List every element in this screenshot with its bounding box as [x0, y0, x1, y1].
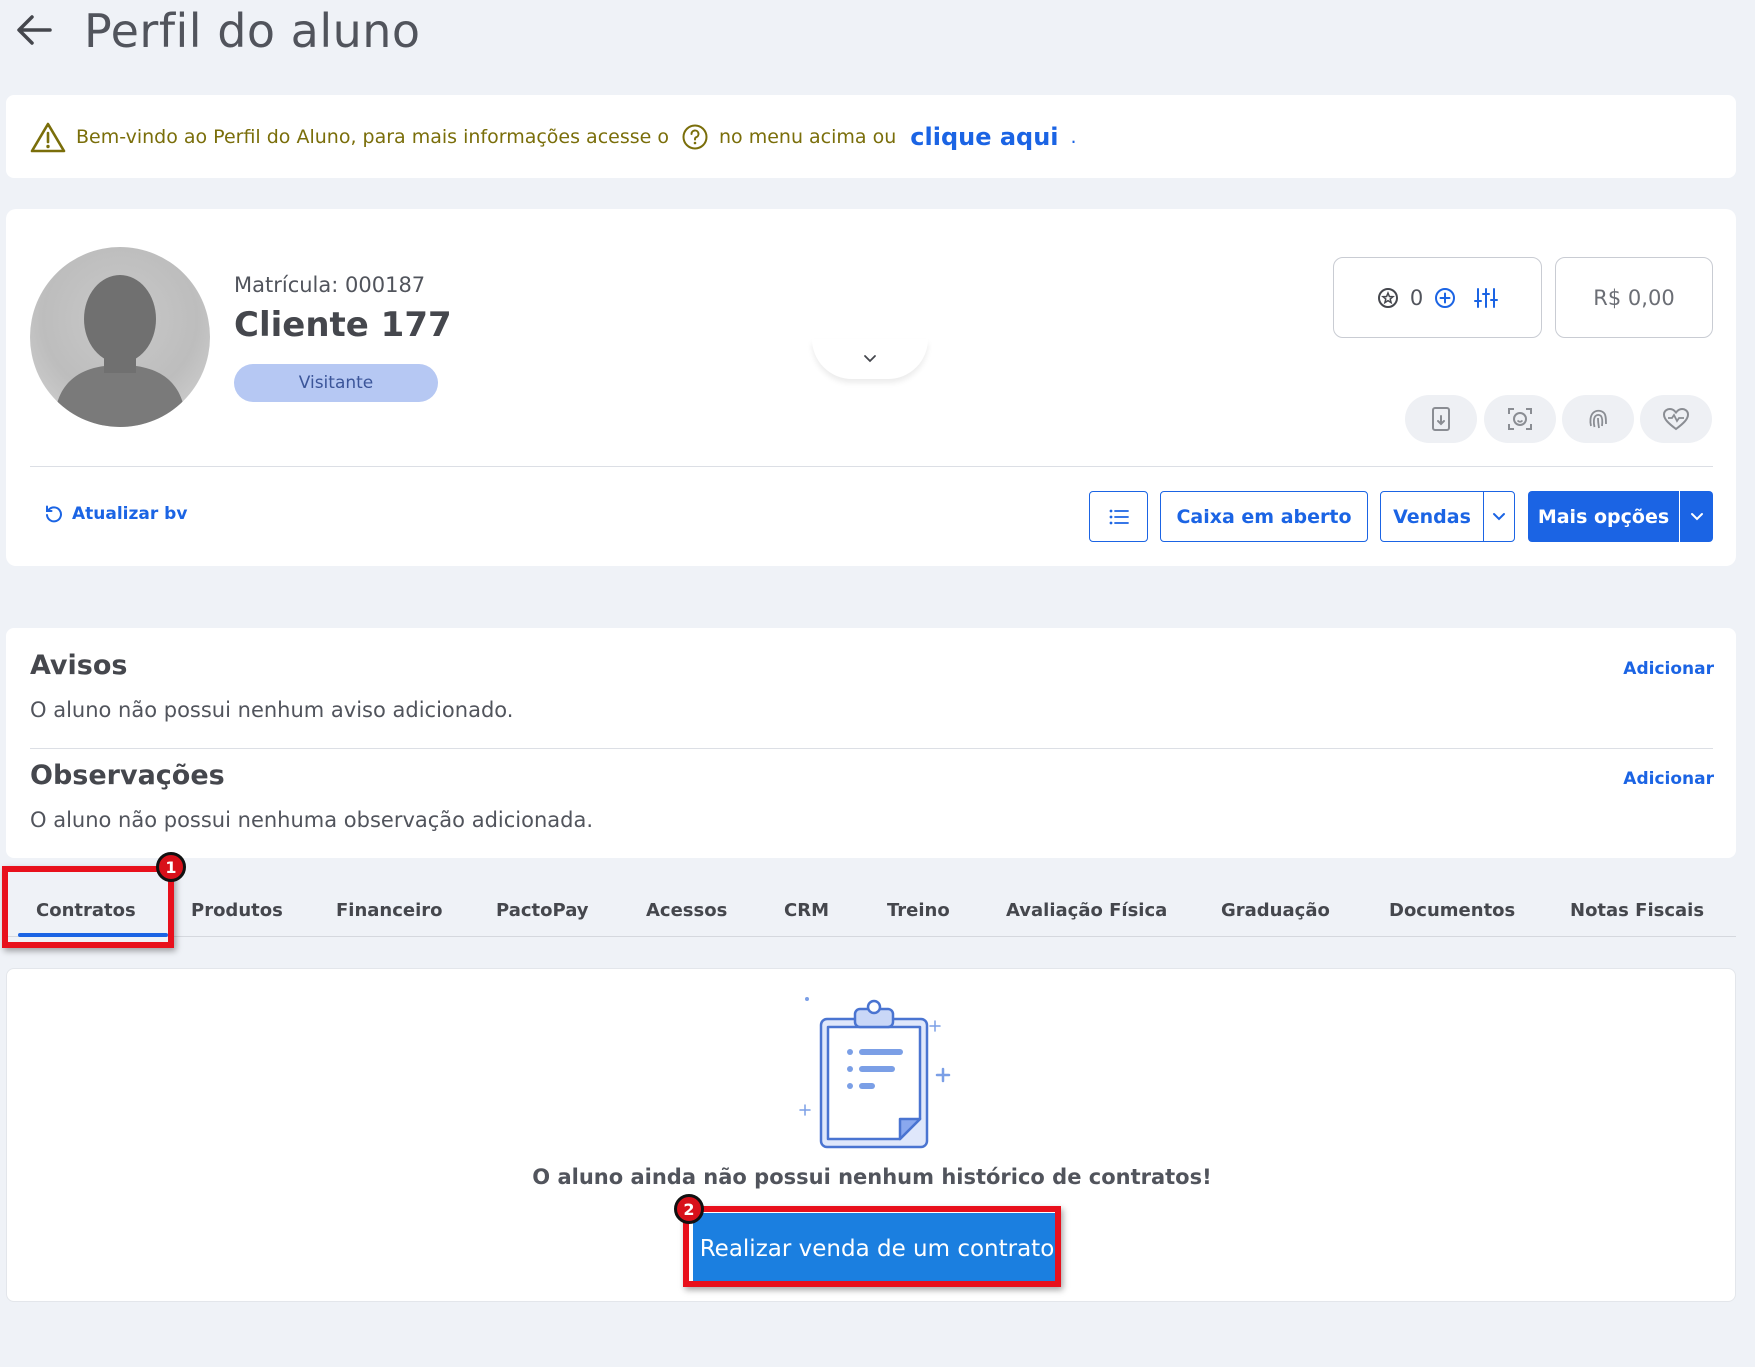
tab-avaliacao-fisica[interactable]: Avaliação Física — [1006, 900, 1167, 921]
balance-box[interactable]: R$ 0,00 — [1555, 257, 1713, 338]
highlight-box-1 — [2, 866, 174, 948]
matricula: Matrícula: 000187 — [234, 273, 426, 297]
status-badge: Visitante — [234, 364, 438, 402]
vendas-button[interactable]: Vendas — [1380, 491, 1484, 542]
avisos-add-link[interactable]: Adicionar — [1623, 659, 1714, 679]
profile-divider — [30, 466, 1713, 467]
chevron-down-icon — [1493, 512, 1505, 520]
tab-notas-fiscais[interactable]: Notas Fiscais — [1570, 900, 1704, 921]
chevron-down-icon — [864, 355, 876, 363]
sliders-icon[interactable] — [1473, 286, 1499, 310]
warning-icon — [30, 122, 66, 152]
tab-documentos[interactable]: Documentos — [1389, 900, 1515, 921]
banner-dot: . — [1070, 125, 1077, 148]
tab-pactopay[interactable]: PactoPay — [496, 900, 589, 921]
profile-tabs: Contratos Produtos Financeiro PactoPay A… — [6, 880, 1736, 937]
tablet-download-icon — [1432, 407, 1450, 431]
chevron-down-icon — [1690, 512, 1703, 520]
observacoes-add-link[interactable]: Adicionar — [1623, 769, 1714, 789]
heart-pulse-icon — [1662, 407, 1690, 431]
avatar — [30, 247, 210, 427]
caixa-em-aberto-button[interactable]: Caixa em aberto — [1160, 491, 1368, 542]
refresh-bv-button[interactable]: Atualizar bv — [44, 504, 187, 524]
notes-divider — [30, 748, 1713, 749]
tab-crm[interactable]: CRM — [784, 900, 829, 921]
highlight-box-2 — [683, 1206, 1061, 1287]
avisos-text: O aluno não possui nenhum aviso adiciona… — [30, 698, 514, 722]
page-title: Perfil do aluno — [84, 4, 421, 58]
refresh-icon — [46, 505, 62, 523]
face-scan-icon — [1508, 408, 1532, 430]
step-marker-2: 2 — [674, 1194, 704, 1224]
refresh-bv-label: Atualizar bv — [72, 504, 188, 524]
notes-card: Avisos Adicionar O aluno não possui nenh… — [6, 628, 1736, 858]
health-button[interactable] — [1640, 395, 1712, 443]
points-value: 0 — [1409, 285, 1424, 310]
empty-contracts-message: O aluno ainda não possui nenhum históric… — [532, 1165, 1212, 1189]
avatar-silhouette-icon — [54, 275, 186, 427]
observacoes-title: Observações — [30, 760, 225, 791]
banner-text: Bem-vindo ao Perfil do Aluno, para mais … — [76, 125, 669, 148]
points-badge-icon — [1377, 287, 1398, 308]
banner-text-after: no menu acima ou — [719, 125, 897, 148]
step-marker-1: 1 — [156, 852, 186, 882]
fingerprint-button[interactable] — [1562, 395, 1634, 443]
fingerprint-icon — [1589, 409, 1607, 429]
clipboard-illustration-icon — [799, 997, 951, 1149]
info-banner: Bem-vindo ao Perfil do Aluno, para mais … — [6, 95, 1736, 178]
mais-opcoes-dropdown-button[interactable] — [1680, 491, 1713, 542]
avisos-title: Avisos — [30, 650, 128, 681]
points-box: 0 — [1333, 257, 1542, 338]
tab-graduacao[interactable]: Graduação — [1221, 900, 1330, 921]
profile-card: Matrícula: 000187 Cliente 177 Visitante … — [6, 209, 1736, 566]
back-arrow-icon[interactable] — [12, 8, 56, 52]
vendas-dropdown-button[interactable] — [1483, 491, 1515, 542]
list-icon — [1109, 509, 1129, 524]
list-button[interactable] — [1089, 491, 1148, 542]
tab-treino[interactable]: Treino — [887, 900, 950, 921]
tab-produtos[interactable]: Produtos — [191, 900, 283, 921]
add-points-icon[interactable] — [1433, 286, 1457, 310]
tab-acessos[interactable]: Acessos — [646, 900, 727, 921]
client-name: Cliente 177 — [234, 305, 452, 345]
tab-financeiro[interactable]: Financeiro — [336, 900, 443, 921]
device-button[interactable] — [1405, 395, 1477, 443]
face-scan-button[interactable] — [1484, 395, 1556, 443]
click-here-link[interactable]: clique aqui — [910, 123, 1058, 151]
mais-opcoes-button[interactable]: Mais opções — [1528, 491, 1679, 542]
help-icon — [682, 124, 708, 149]
observacoes-text: O aluno não possui nenhuma observação ad… — [30, 808, 594, 832]
